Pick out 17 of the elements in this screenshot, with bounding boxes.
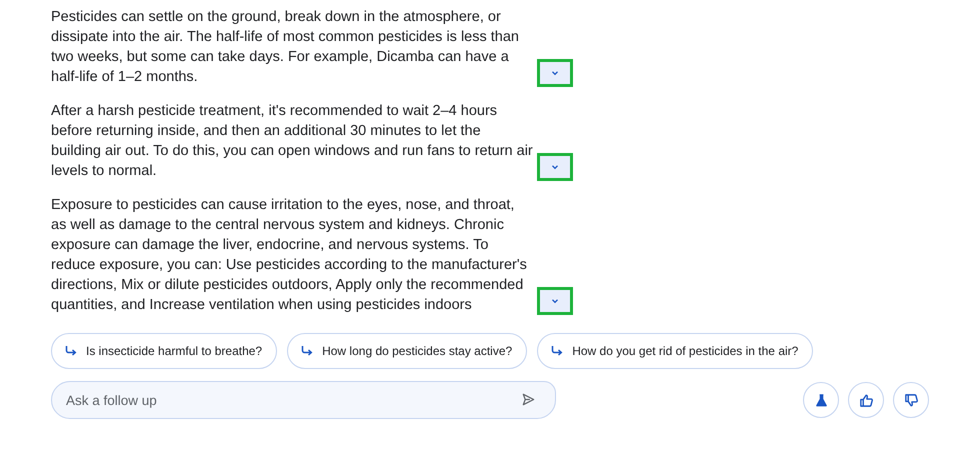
thumbs-down-icon [904, 392, 918, 408]
answer-paragraph: Exposure to pesticides can cause irritation to the eyes, nose, and throat, as well as damage to the central nervous system and kidneys. Chronic exposure can damage the liver, endocrine, and nervous systems. To reduce exposure, you can: Use pesticides according to the manufacturer's directions, Mix or dilute pesticides outdoors, Apply only the recommended quantities, and Increase ventilation when using pesticides indoors [51, 196, 528, 315]
suggestion-chip[interactable]: Is insecticide harmful to breathe? [51, 333, 278, 369]
follow-up-field[interactable]: Ask a follow up [51, 381, 556, 419]
answer-paragraph: After a harsh pesticide treatment, it's recommended to wait 2–4 hours before returning inside, and then an additional 30 minutes to let the building air out. To do this, you can open windows and run fans to return air levels to normal. [51, 102, 533, 181]
reply-arrow-icon [550, 344, 564, 358]
suggestion-chip[interactable]: How do you get rid of pesticides in the air? [537, 333, 814, 369]
reply-arrow-icon [64, 344, 78, 358]
thumbs-up-icon [858, 392, 874, 408]
thumbs-down-button[interactable] [893, 382, 929, 418]
thumbs-up-button[interactable] [848, 382, 884, 418]
flask-icon [814, 392, 828, 408]
answer-paragraph: Pesticides can settle on the ground, break down in the atmosphere, or dissipate into the air. The half-life of most common pesticides is less than two weeks, but some can take days. For example, Dicamba can have a half-life of 1–2 months. [51, 8, 520, 87]
reply-arrow-icon [300, 344, 314, 358]
flask-button[interactable] [803, 382, 839, 418]
suggestion-chip[interactable]: How long do pesticides stay active? [287, 333, 528, 369]
send-icon[interactable] [521, 392, 536, 407]
